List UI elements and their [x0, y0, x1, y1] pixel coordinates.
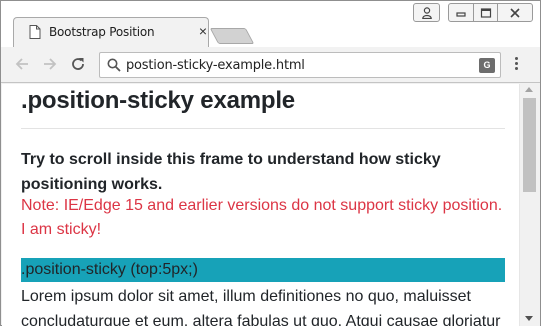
browser-toolbar: postion-sticky-example.html G — [1, 47, 540, 83]
sticky-note-line: I am sticky! — [21, 221, 102, 238]
lead-text: Try to scroll inside this frame to under… — [21, 151, 441, 193]
user-icon — [421, 6, 432, 19]
paragraph-line: concludaturque et eum, altera fabulas ut… — [21, 313, 501, 326]
reload-icon — [72, 58, 84, 70]
user-profile-button[interactable] — [413, 3, 440, 22]
minimize-button[interactable] — [448, 3, 474, 22]
forward-arrow-icon — [44, 58, 57, 70]
page-title: .position-sticky example — [21, 87, 295, 114]
title-divider — [21, 128, 505, 129]
url-text: postion-sticky-example.html — [126, 58, 305, 73]
address-bar[interactable]: postion-sticky-example.html G — [99, 52, 501, 78]
close-tab-icon[interactable]: × — [196, 22, 210, 40]
maximize-button[interactable] — [473, 3, 498, 22]
page-viewport[interactable]: .position-sticky example Try to scroll i… — [2, 84, 519, 326]
forward-button[interactable] — [39, 53, 61, 75]
browser-window: Bootstrap Position × postion-sticky-exam… — [0, 0, 541, 326]
menu-dot — [514, 67, 518, 70]
scroll-thumb[interactable] — [523, 98, 536, 192]
back-button[interactable] — [11, 53, 33, 75]
close-icon — [510, 7, 520, 18]
back-arrow-icon — [15, 58, 28, 70]
minimize-icon — [456, 11, 466, 17]
maximize-icon — [480, 7, 491, 18]
lorem-paragraph: Lorem ipsum dolor sit amet, illum defini… — [21, 284, 505, 326]
sticky-element: .position-sticky (top:5px;) — [21, 258, 505, 282]
scroll-up-icon[interactable] — [525, 87, 533, 92]
reload-button[interactable] — [67, 53, 89, 75]
tab-bootstrap-position[interactable]: Bootstrap Position × — [13, 17, 209, 47]
note-line: Note: IE/Edge 15 and earlier versions do… — [21, 197, 503, 214]
more-vert-icon[interactable] — [510, 55, 522, 75]
close-window-button[interactable] — [497, 3, 533, 22]
translate-glyph: G — [483, 60, 491, 70]
scroll-down-icon[interactable] — [525, 316, 533, 321]
browser-support-note: Note: IE/Edge 15 and earlier versions do… — [21, 194, 502, 242]
translate-icon[interactable]: G — [479, 58, 495, 73]
menu-dot — [514, 62, 518, 65]
document-icon — [29, 25, 41, 39]
vertical-scrollbar[interactable] — [519, 84, 540, 326]
menu-dot — [514, 57, 518, 60]
new-tab-button[interactable] — [209, 28, 255, 44]
tab-strip: Bootstrap Position × — [1, 1, 540, 47]
search-icon — [107, 58, 121, 72]
paragraph-line: Lorem ipsum dolor sit amet, illum defini… — [21, 288, 471, 305]
tab-title: Bootstrap Position — [49, 25, 155, 39]
